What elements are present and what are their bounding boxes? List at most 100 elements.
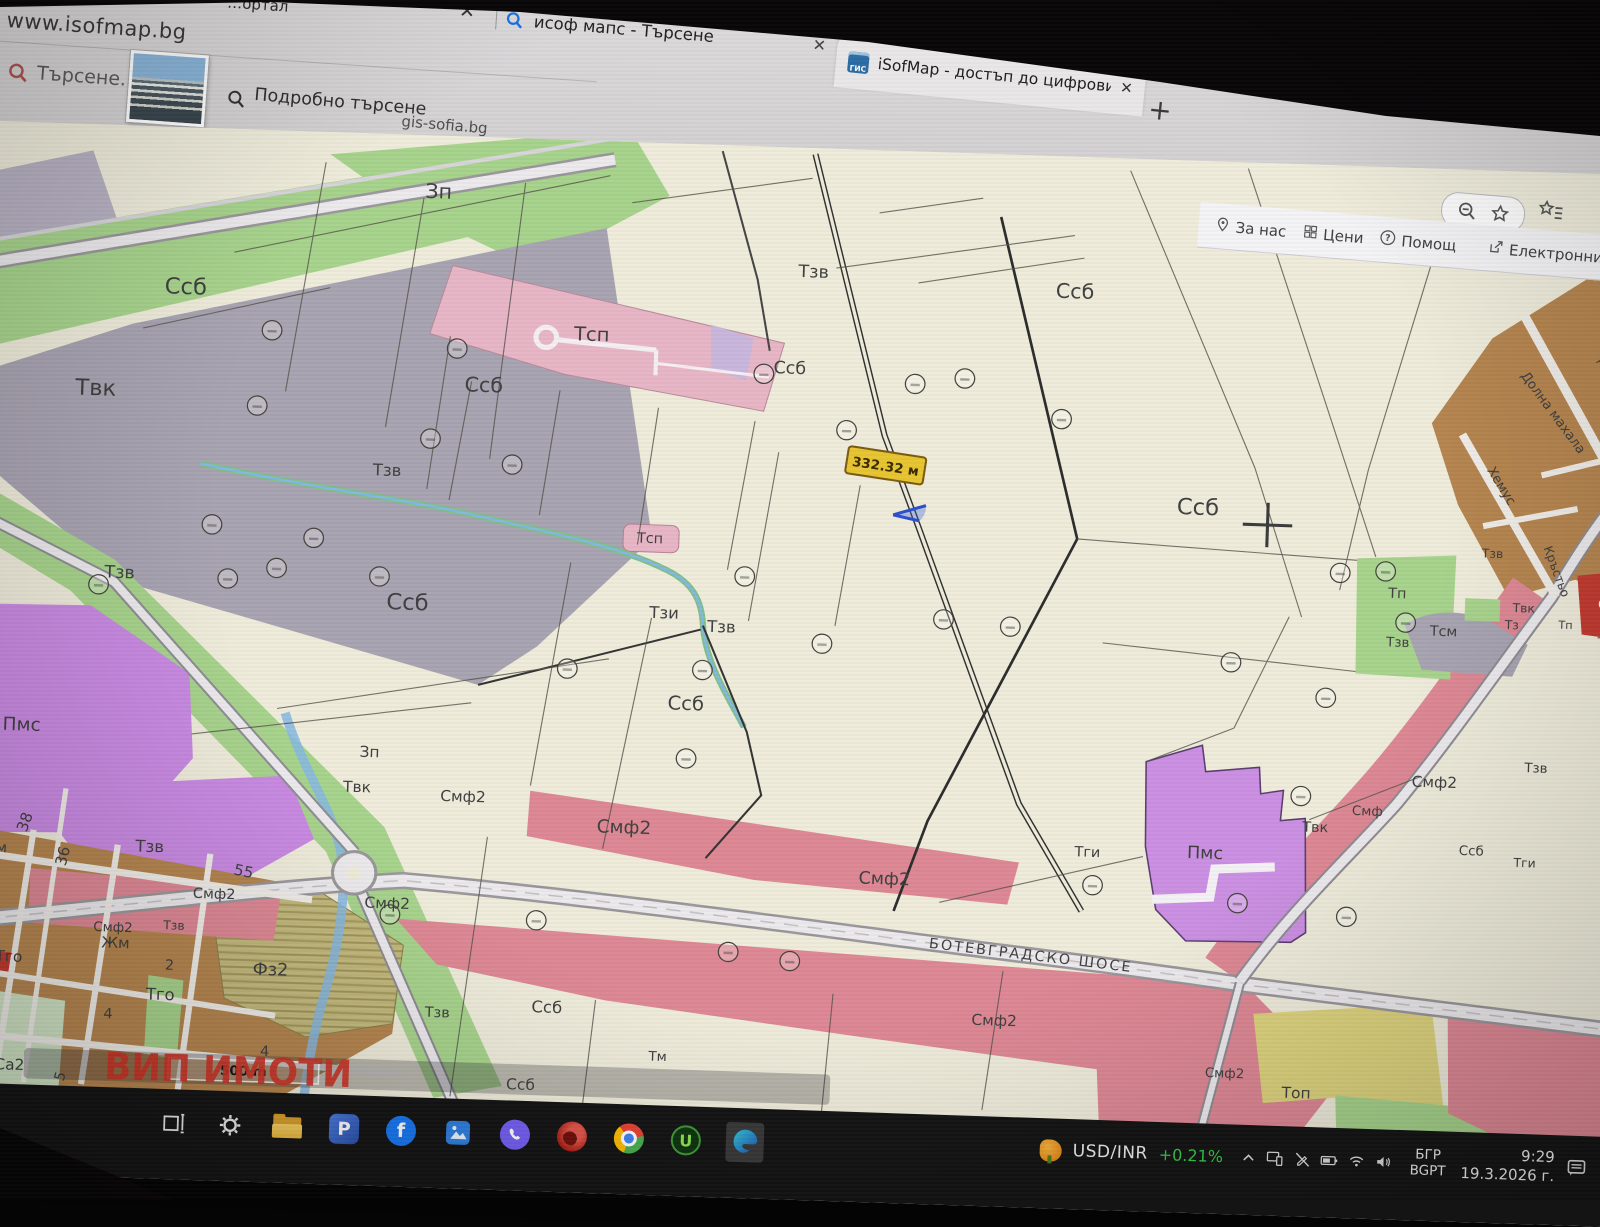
parcel-id-marker bbox=[526, 910, 546, 930]
notification-icon[interactable] bbox=[1565, 1157, 1588, 1180]
map-label: Ссб bbox=[531, 997, 562, 1017]
zone-top bbox=[1250, 998, 1447, 1113]
new-tab-button[interactable]: + bbox=[1147, 92, 1174, 127]
map-canvas[interactable]: 332.32 м 500 m ЗпСсбТвкТспСсбТзвСсбСсбТз… bbox=[0, 121, 1600, 1147]
suggestion-site[interactable]: gis-sofia.bg bbox=[401, 112, 489, 137]
map-label: Ссб bbox=[464, 372, 503, 397]
parcel-id-marker bbox=[247, 396, 267, 416]
tab-close-icon[interactable]: ✕ bbox=[812, 35, 827, 55]
search-favicon-icon bbox=[504, 9, 524, 29]
search-icon bbox=[6, 61, 30, 88]
taskbar-icon-chrome[interactable] bbox=[611, 1118, 646, 1159]
taskbar-icon-photos[interactable] bbox=[440, 1112, 475, 1153]
nav-link-label: За нас bbox=[1235, 218, 1287, 240]
map-label: Тм bbox=[647, 1050, 667, 1065]
tray-icon-wifi[interactable] bbox=[1348, 1152, 1367, 1169]
map-label: Ссб bbox=[506, 1075, 535, 1094]
map-label: Тги bbox=[1073, 844, 1100, 861]
map-label: Смф2 bbox=[1411, 773, 1457, 792]
map-label: Тго bbox=[0, 947, 23, 966]
language-line1: БГР bbox=[1410, 1146, 1446, 1163]
map-label: Жм bbox=[101, 933, 130, 952]
tab-divider bbox=[495, 3, 498, 29]
nav-link-grid[interactable]: Цени bbox=[1301, 223, 1364, 248]
map-label: Топ bbox=[1280, 1084, 1311, 1103]
tray-icon-speaker[interactable] bbox=[1375, 1153, 1394, 1171]
parcel-id-marker bbox=[933, 609, 953, 629]
map-label: Тзв bbox=[1596, 635, 1600, 650]
parcel-id-marker bbox=[676, 749, 696, 769]
map-label: Тзв bbox=[423, 1005, 450, 1022]
parcel-id-marker bbox=[447, 339, 467, 359]
parcel-id-marker bbox=[735, 567, 755, 587]
background-tab-close-icon[interactable]: ✕ bbox=[458, 0, 475, 23]
stock-pair[interactable]: USD/INR bbox=[1072, 1141, 1148, 1163]
tab-close-icon[interactable]: ✕ bbox=[1119, 78, 1133, 97]
map-label: Фз2 bbox=[252, 960, 288, 981]
map-label: Ссб bbox=[1055, 279, 1094, 304]
map-label: Тсм bbox=[1428, 624, 1457, 641]
site-preview-thumbnail[interactable] bbox=[126, 50, 209, 127]
parcel-id-marker bbox=[754, 364, 774, 384]
map-label: Тзв bbox=[1481, 546, 1504, 561]
tab-isofmap-active[interactable]: ГИС iSofMap - достъп до цифрови да ✕ bbox=[833, 33, 1147, 116]
star-icon[interactable] bbox=[1489, 203, 1511, 225]
taskbar-icon-task-view[interactable] bbox=[155, 1103, 190, 1144]
tab-isof-maps-search[interactable]: исоф мапс - Търсене ✕ bbox=[503, 0, 827, 66]
background-tab-title[interactable]: …ортал bbox=[227, 0, 289, 16]
taskbar-icon-utorrent[interactable]: U bbox=[668, 1120, 703, 1161]
tray-icon-pen-off[interactable] bbox=[1294, 1150, 1312, 1168]
map-label: Твк bbox=[1511, 601, 1535, 616]
pin-icon bbox=[1214, 215, 1232, 236]
map-label: Ссб bbox=[667, 692, 704, 716]
zoom-out-icon[interactable] bbox=[1456, 200, 1478, 222]
taskbar-icon-facebook[interactable]: f bbox=[383, 1110, 418, 1151]
parcel-id-marker bbox=[812, 634, 832, 654]
taskbar-icon-file-explorer[interactable] bbox=[269, 1107, 304, 1148]
nav-link-question[interactable]: ?Помощ bbox=[1379, 229, 1458, 256]
map-label: 2 bbox=[165, 958, 175, 974]
language-line2: BGPT bbox=[1409, 1162, 1445, 1179]
clock-date: 19.3.2026 г. bbox=[1460, 1164, 1554, 1186]
map-label: Смф2 bbox=[1205, 1066, 1245, 1082]
map-label: Тзи bbox=[648, 603, 679, 623]
map-label: Тзв bbox=[103, 563, 135, 584]
map-label: Смф2 bbox=[364, 894, 410, 913]
nav-link-pin[interactable]: За нас bbox=[1214, 215, 1287, 241]
tray-icon-chevron-up[interactable] bbox=[1240, 1148, 1258, 1166]
map-label: Тзв bbox=[372, 460, 402, 480]
map-label: 4 bbox=[103, 1006, 113, 1022]
address-bar-url[interactable]: www.isofmap.bg bbox=[6, 8, 187, 44]
stock-widget-icon[interactable] bbox=[1039, 1139, 1062, 1162]
map-label: Ссб bbox=[164, 274, 207, 301]
parcel-id-marker bbox=[1376, 561, 1396, 581]
map-label: Твк bbox=[342, 778, 371, 797]
tray-icon-battery[interactable] bbox=[1320, 1151, 1340, 1169]
map-label: Твк bbox=[1301, 820, 1329, 837]
language-indicator[interactable]: БГР BGPT bbox=[1409, 1146, 1446, 1180]
map-label: Тго bbox=[145, 984, 175, 1004]
bookmark-list-icon[interactable] bbox=[1536, 198, 1564, 228]
map-label: Тги bbox=[1512, 856, 1536, 871]
taskbar-app-icons: Pf U bbox=[155, 1101, 764, 1165]
map-label: Тз bbox=[1504, 618, 1520, 632]
map-label: Смф bbox=[1352, 804, 1383, 820]
links-divider bbox=[1471, 232, 1473, 262]
taskbar-icon-edge[interactable] bbox=[725, 1122, 764, 1163]
map-label: Зп bbox=[425, 179, 452, 204]
external-icon bbox=[1487, 238, 1505, 259]
tray-icon-phone-link[interactable] bbox=[1266, 1149, 1286, 1167]
taskbar-icon-settings[interactable] bbox=[212, 1105, 247, 1146]
map-label: Тзв bbox=[162, 918, 185, 933]
map-viewport[interactable]: 332.32 м 500 m ЗпСсбТвкТспСсбТзвСсбСсбТз… bbox=[0, 121, 1600, 1147]
map-label: Тсп bbox=[636, 531, 664, 548]
taskbar-icon-red-app[interactable] bbox=[554, 1116, 589, 1157]
taskbar-icon-p-app[interactable]: P bbox=[326, 1108, 361, 1149]
clock[interactable]: 9:29 19.3.2026 г. bbox=[1460, 1145, 1555, 1186]
search-input[interactable]: Търсене... bbox=[36, 62, 139, 91]
nav-link-external[interactable]: Електронни услуги bbox=[1487, 238, 1600, 272]
svg-text:?: ? bbox=[1385, 233, 1391, 244]
stock-change[interactable]: +0.21% bbox=[1158, 1145, 1223, 1166]
taskbar-icon-viber[interactable] bbox=[497, 1114, 532, 1155]
parcel-id-marker bbox=[1221, 652, 1241, 672]
